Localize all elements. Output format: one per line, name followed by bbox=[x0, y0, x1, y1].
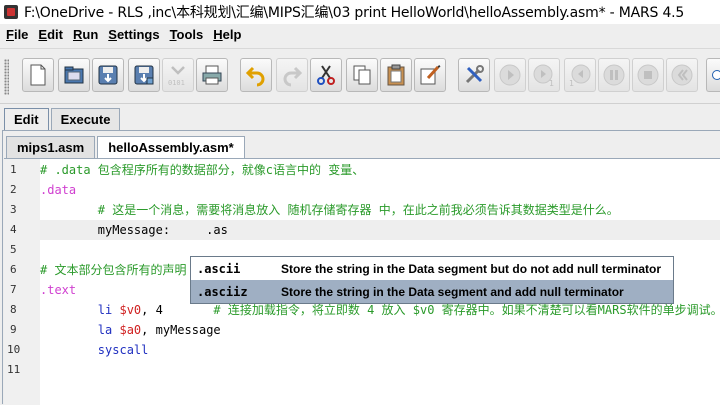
clipboard-icon bbox=[387, 64, 405, 86]
line-number: 6 bbox=[10, 263, 17, 276]
file-tab-mips1[interactable]: mips1.asm bbox=[6, 136, 96, 158]
cut-button[interactable] bbox=[310, 58, 342, 92]
find-replace-button[interactable] bbox=[414, 58, 446, 92]
dump-memory-icon: 0101 bbox=[168, 66, 185, 87]
paste-button[interactable] bbox=[380, 58, 412, 92]
copy-button[interactable] bbox=[346, 58, 378, 92]
run-button[interactable] bbox=[494, 58, 526, 92]
menu-bar: File Edit Run Settings Tools Help bbox=[0, 24, 720, 44]
line-number: 11 bbox=[7, 363, 21, 376]
menu-help[interactable]: Help bbox=[213, 27, 241, 42]
file-tabs: mips1.asm helloAssembly.asm* bbox=[6, 136, 247, 158]
backstep-button[interactable]: 1 bbox=[564, 58, 596, 92]
code-line-4-current: myMessage: .as bbox=[40, 220, 720, 240]
redo-button[interactable] bbox=[276, 58, 308, 92]
code-line-3: # 这是一个消息，需要将消息放入 随机存储寄存器 中，在此之前我必须告诉其数据类… bbox=[40, 203, 619, 217]
step-button[interactable]: 1 bbox=[528, 58, 560, 92]
line-number: 4 bbox=[10, 223, 17, 236]
code-line-2: .data bbox=[40, 183, 77, 197]
code-line-10: syscall bbox=[40, 343, 149, 357]
line-number: 9 bbox=[10, 323, 17, 336]
redo-icon bbox=[283, 66, 303, 87]
printer-icon bbox=[202, 65, 222, 85]
toolbar: 0101 1 1 bbox=[0, 48, 720, 104]
tab-execute[interactable]: Execute bbox=[50, 108, 121, 130]
line-number: 10 bbox=[7, 343, 21, 356]
dump-memory-button[interactable]: 0101 bbox=[162, 58, 194, 92]
help-icon bbox=[711, 70, 720, 80]
line-number-gutter: 1 2 3 4 5 6 7 8 9 10 11 bbox=[4, 159, 40, 405]
open-file-button[interactable] bbox=[58, 58, 90, 92]
autocomplete-desc: Store the string in the Data segment but… bbox=[281, 261, 662, 276]
autocomplete-popup: .ascii Store the string in the Data segm… bbox=[190, 256, 674, 304]
step-icon: 1 bbox=[533, 64, 554, 87]
svg-text:1: 1 bbox=[569, 79, 574, 87]
code-line-1: # .data 包含程序所有的数据部分，就像c语言中的 变量、 bbox=[40, 163, 365, 177]
autocomplete-key: .ascii bbox=[197, 261, 241, 276]
stop-icon bbox=[637, 64, 659, 86]
line-number: 1 bbox=[10, 163, 17, 176]
tab-edit[interactable]: Edit bbox=[4, 108, 49, 130]
save-icon bbox=[98, 65, 118, 85]
undo-button[interactable] bbox=[240, 58, 272, 92]
menu-run[interactable]: Run bbox=[73, 27, 98, 42]
pause-button[interactable] bbox=[598, 58, 630, 92]
wrench-screwdriver-icon bbox=[465, 65, 484, 84]
reset-button[interactable] bbox=[666, 58, 698, 92]
code-line-9: la $a0, myMessage bbox=[40, 323, 221, 337]
file-tab-helloassembly[interactable]: helloAssembly.asm* bbox=[97, 136, 245, 158]
line-number: 3 bbox=[10, 203, 17, 216]
help-button[interactable] bbox=[706, 58, 720, 92]
save-as-button[interactable] bbox=[128, 58, 160, 92]
menu-file[interactable]: File bbox=[6, 27, 28, 42]
autocomplete-item-ascii[interactable]: .ascii Store the string in the Data segm… bbox=[191, 257, 673, 280]
autocomplete-key: .asciiz bbox=[197, 284, 248, 299]
line-number: 7 bbox=[10, 283, 17, 296]
line-number: 8 bbox=[10, 303, 17, 316]
scissors-icon bbox=[317, 65, 335, 85]
run-icon bbox=[499, 64, 521, 86]
title-bar: F:\OneDrive - RLS ,inc\本科规划\汇编\MIPS汇编\03… bbox=[0, 0, 720, 24]
save-button[interactable] bbox=[92, 58, 124, 92]
svg-text:0101: 0101 bbox=[168, 79, 185, 87]
copy-icon bbox=[353, 65, 371, 85]
undo-icon bbox=[245, 66, 265, 87]
menu-settings[interactable]: Settings bbox=[108, 27, 159, 42]
edit-execute-tabs: Edit Execute bbox=[4, 108, 122, 130]
autocomplete-desc: Store the string in the Data segment and… bbox=[281, 284, 624, 299]
pause-icon bbox=[603, 64, 625, 86]
stop-button[interactable] bbox=[632, 58, 664, 92]
open-folder-icon bbox=[64, 66, 84, 84]
window-title: F:\OneDrive - RLS ,inc\本科规划\汇编\MIPS汇编\03… bbox=[24, 5, 685, 21]
backstep-icon: 1 bbox=[569, 64, 591, 87]
new-file-icon bbox=[30, 64, 46, 86]
menu-tools[interactable]: Tools bbox=[170, 27, 204, 42]
svg-text:1: 1 bbox=[549, 79, 554, 87]
print-button[interactable] bbox=[196, 58, 228, 92]
mars-app-icon bbox=[4, 5, 18, 19]
menu-edit[interactable]: Edit bbox=[38, 27, 63, 42]
line-number: 5 bbox=[10, 243, 17, 256]
save-as-icon bbox=[134, 65, 154, 85]
assemble-button[interactable] bbox=[458, 58, 490, 92]
reset-icon bbox=[671, 64, 693, 86]
autocomplete-item-asciiz[interactable]: .asciiz Store the string in the Data seg… bbox=[191, 280, 673, 303]
line-number: 2 bbox=[10, 183, 17, 196]
find-replace-icon bbox=[420, 65, 441, 85]
toolbar-grip[interactable] bbox=[4, 59, 9, 95]
new-file-button[interactable] bbox=[22, 58, 54, 92]
